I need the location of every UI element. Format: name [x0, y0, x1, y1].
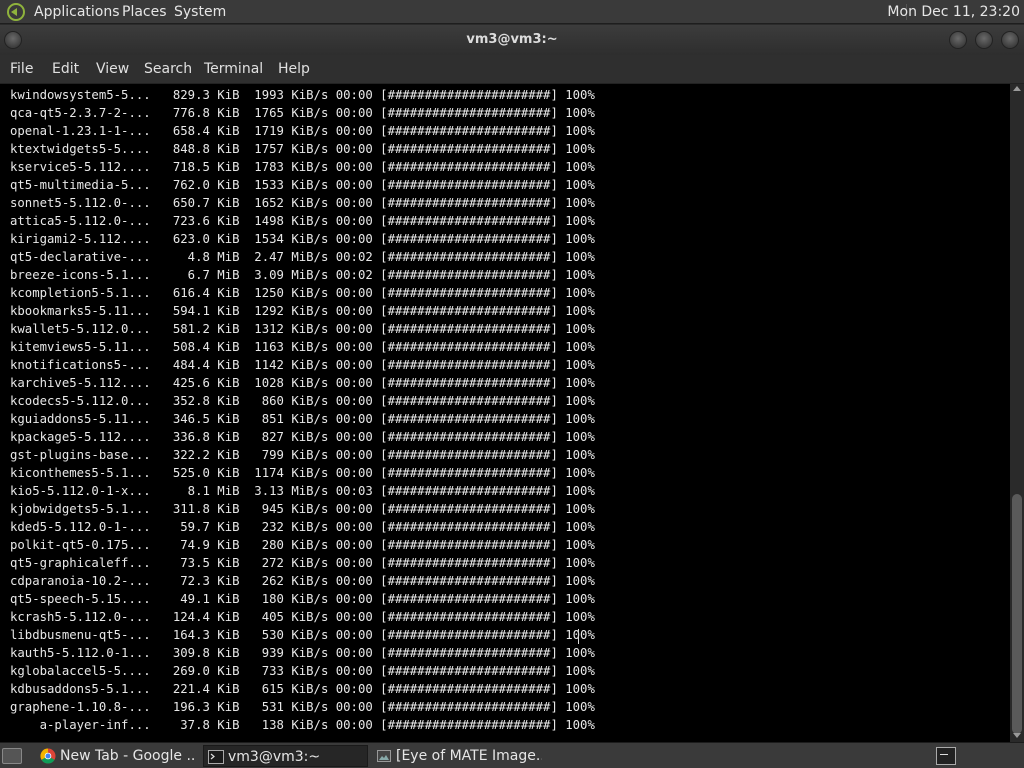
terminal-line: kwindowsystem5-5... 829.3 KiB 1993 KiB/s…	[10, 88, 595, 102]
mate-logo-icon[interactable]	[6, 3, 26, 21]
bottom-panel: New Tab - Google ... vm3@vm3:~ [Eye of M…	[0, 742, 1024, 768]
terminal-line: knotifications5-... 484.4 KiB 1142 KiB/s…	[10, 358, 595, 372]
terminal-line: qt5-multimedia-5... 762.0 KiB 1533 KiB/s…	[10, 178, 595, 192]
scroll-up-icon[interactable]	[1013, 86, 1021, 91]
terminal-line: a-player-inf... 37.8 KiB 138 KiB/s 00:00…	[10, 718, 595, 732]
maximize-button[interactable]	[975, 31, 993, 49]
tray-terminal-icon[interactable]	[936, 747, 956, 765]
terminal-output[interactable]: kwindowsystem5-5... 829.3 KiB 1993 KiB/s…	[0, 84, 1010, 742]
terminal-icon	[208, 750, 224, 764]
clock[interactable]: Mon Dec 11, 23:20	[887, 0, 1020, 24]
terminal-line: kirigami2-5.112.... 623.0 KiB 1534 KiB/s…	[10, 232, 595, 246]
menu-help[interactable]: Help	[278, 55, 310, 84]
menu-view[interactable]: View	[96, 55, 129, 84]
system-menu[interactable]: System	[174, 0, 226, 24]
close-button[interactable]	[1001, 31, 1019, 49]
terminal-line: qt5-speech-5.15.... 49.1 KiB 180 KiB/s 0…	[10, 592, 595, 606]
taskbar-item-label: [Eye of MATE Image...	[396, 748, 542, 764]
terminal-line: kcrash5-5.112.0-... 124.4 KiB 405 KiB/s …	[10, 610, 595, 624]
terminal-line: qca-qt5-2.3.7-2-... 776.8 KiB 1765 KiB/s…	[10, 106, 595, 120]
menu-terminal[interactable]: Terminal	[204, 55, 263, 84]
menu-file[interactable]: File	[10, 55, 33, 84]
terminal-line: attica5-5.112.0-... 723.6 KiB 1498 KiB/s…	[10, 214, 595, 228]
taskbar-item-label: New Tab - Google ...	[60, 748, 196, 764]
text-cursor-icon	[577, 629, 579, 644]
terminal-line: kbookmarks5-5.11... 594.1 KiB 1292 KiB/s…	[10, 304, 595, 318]
terminal-line: graphene-1.10.8-... 196.3 KiB 531 KiB/s …	[10, 700, 595, 714]
terminal-line: sonnet5-5.112.0-... 650.7 KiB 1652 KiB/s…	[10, 196, 595, 210]
terminal-line: kio5-5.112.0-1-x... 8.1 MiB 3.13 MiB/s 0…	[10, 484, 595, 498]
places-menu[interactable]: Places	[122, 0, 167, 24]
terminal-line: gst-plugins-base... 322.2 KiB 799 KiB/s …	[10, 448, 595, 462]
scrollbar[interactable]	[1010, 84, 1024, 742]
terminal-line: kguiaddons5-5.11... 346.5 KiB 851 KiB/s …	[10, 412, 595, 426]
scrollbar-thumb[interactable]	[1012, 494, 1022, 734]
top-panel: Applications Places System Mon Dec 11, 2…	[0, 0, 1024, 24]
terminal-line: openal-1.23.1-1-... 658.4 KiB 1719 KiB/s…	[10, 124, 595, 138]
menu-search[interactable]: Search	[144, 55, 192, 84]
menu-edit[interactable]: Edit	[52, 55, 79, 84]
terminal-line: qt5-declarative-... 4.8 MiB 2.47 MiB/s 0…	[10, 250, 595, 264]
minimize-button[interactable]	[949, 31, 967, 49]
terminal-line: kdbusaddons5-5.1... 221.4 KiB 615 KiB/s …	[10, 682, 595, 696]
terminal-line: kcompletion5-5.1... 616.4 KiB 1250 KiB/s…	[10, 286, 595, 300]
terminal-line: cdparanoia-10.2-... 72.3 KiB 262 KiB/s 0…	[10, 574, 595, 588]
scroll-down-icon[interactable]	[1013, 733, 1021, 738]
taskbar-item-terminal[interactable]: vm3@vm3:~	[203, 745, 368, 767]
window-titlebar[interactable]: vm3@vm3:~	[0, 25, 1024, 55]
chrome-icon	[40, 748, 56, 764]
terminal-line: kded5-5.112.0-1-... 59.7 KiB 232 KiB/s 0…	[10, 520, 595, 534]
terminal-line: kglobalaccel5-5.... 269.0 KiB 733 KiB/s …	[10, 664, 595, 678]
terminal-line: kauth5-5.112.0-1... 309.8 KiB 939 KiB/s …	[10, 646, 595, 660]
terminal-line: kiconthemes5-5.1... 525.0 KiB 1174 KiB/s…	[10, 466, 595, 480]
show-desktop-icon[interactable]	[2, 748, 22, 764]
taskbar-item-eye-of-mate[interactable]: [Eye of MATE Image...	[372, 745, 542, 767]
taskbar-item-chrome[interactable]: New Tab - Google ...	[36, 745, 196, 767]
terminal-line: ktextwidgets5-5.... 848.8 KiB 1757 KiB/s…	[10, 142, 595, 156]
applications-menu[interactable]: Applications	[34, 0, 120, 24]
terminal-line: kpackage5-5.112.... 336.8 KiB 827 KiB/s …	[10, 430, 595, 444]
terminal-line: breeze-icons-5.1... 6.7 MiB 3.09 MiB/s 0…	[10, 268, 595, 282]
terminal-line: karchive5-5.112.... 425.6 KiB 1028 KiB/s…	[10, 376, 595, 390]
terminal-lines: kwindowsystem5-5... 829.3 KiB 1993 KiB/s…	[10, 86, 595, 734]
terminal-line: kjobwidgets5-5.1... 311.8 KiB 945 KiB/s …	[10, 502, 595, 516]
terminal-line: libdbusmenu-qt5-... 164.3 KiB 530 KiB/s …	[10, 628, 595, 642]
terminal-line: kitemviews5-5.11... 508.4 KiB 1163 KiB/s…	[10, 340, 595, 354]
terminal-line: polkit-qt5-0.175... 74.9 KiB 280 KiB/s 0…	[10, 538, 595, 552]
terminal-menubar: File Edit View Search Terminal Help	[0, 55, 1024, 84]
terminal-line: qt5-graphicaleff... 73.5 KiB 272 KiB/s 0…	[10, 556, 595, 570]
window-title: vm3@vm3:~	[466, 32, 558, 47]
terminal-line: kwallet5-5.112.0... 581.2 KiB 1312 KiB/s…	[10, 322, 595, 336]
taskbar-item-label: vm3@vm3:~	[228, 749, 321, 765]
terminal-line: kcodecs5-5.112.0... 352.8 KiB 860 KiB/s …	[10, 394, 595, 408]
terminal-line: kservice5-5.112.... 718.5 KiB 1783 KiB/s…	[10, 160, 595, 174]
image-viewer-icon	[377, 750, 391, 762]
